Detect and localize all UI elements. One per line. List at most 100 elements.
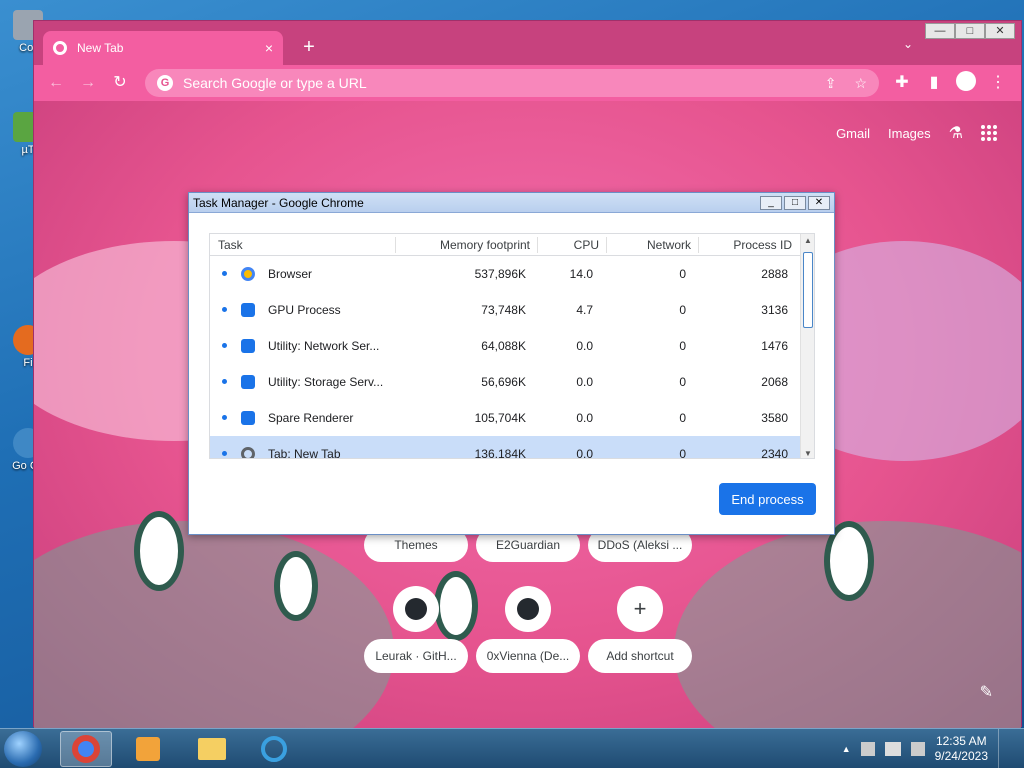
taskbar-explorer[interactable] <box>186 731 238 767</box>
minimize-button[interactable]: — <box>925 23 955 39</box>
cell-network: 0 <box>679 375 686 389</box>
network-icon[interactable] <box>884 742 901 756</box>
show-desktop-button[interactable] <box>998 729 1010 768</box>
cell-pid: 2888 <box>761 267 788 281</box>
shortcut-0xvienna[interactable]: 0xVienna (De... <box>476 639 580 673</box>
system-tray: ▲ 12:35 AM 9/24/2023 <box>842 729 1024 768</box>
tm-maximize-button[interactable]: □ <box>784 195 806 210</box>
github-icon[interactable] <box>505 586 551 632</box>
row-dot-icon <box>222 343 227 348</box>
cell-task: Utility: Storage Serv... <box>268 375 384 389</box>
taskbar-chrome[interactable] <box>60 731 112 767</box>
add-shortcut-icon[interactable]: + <box>617 586 663 632</box>
shortcut-leurak[interactable]: Leurak · GitH... <box>364 639 468 673</box>
col-network[interactable]: Network <box>610 238 691 252</box>
bookmark-star-icon[interactable]: ☆ <box>854 75 867 92</box>
action-center-icon[interactable] <box>860 742 875 756</box>
volume-muted-icon[interactable] <box>910 742 925 756</box>
row-dot-icon <box>222 415 227 420</box>
end-process-button[interactable]: End process <box>719 483 816 515</box>
share-icon[interactable]: ⇪ <box>825 75 837 92</box>
taskbar-ie[interactable] <box>248 731 300 767</box>
tray-expand-icon[interactable]: ▲ <box>842 744 851 754</box>
puzzle-icon <box>241 303 255 317</box>
cell-network: 0 <box>679 447 686 459</box>
drummer-figure <box>274 551 318 621</box>
tab-title: New Tab <box>77 41 124 55</box>
internet-explorer-icon <box>261 736 287 762</box>
clock-date: 9/24/2023 <box>934 749 988 763</box>
cell-memory: 105,704K <box>474 411 526 425</box>
clock[interactable]: 12:35 AM 9/24/2023 <box>935 734 988 764</box>
col-process-id[interactable]: Process ID <box>700 238 792 252</box>
tab-strip: New Tab × + ⌄ — □ ✕ <box>34 21 1021 65</box>
table-row-selected[interactable]: Tab: New Tab 136,184K 0.0 0 2340 <box>210 436 800 459</box>
col-task[interactable]: Task <box>218 238 243 252</box>
tab-close-icon[interactable]: × <box>265 40 273 56</box>
profile-icon <box>956 71 976 91</box>
table-row[interactable]: Utility: Network Ser... 64,088K 0.0 0 14… <box>210 328 800 364</box>
customize-pencil-icon[interactable]: ✎ <box>980 682 993 702</box>
tm-minimize-button[interactable]: _ <box>760 195 782 210</box>
cell-task: GPU Process <box>268 303 341 317</box>
new-tab-button[interactable]: + <box>297 35 321 59</box>
cell-task: Browser <box>268 267 313 281</box>
gmail-link[interactable]: Gmail <box>836 126 870 141</box>
col-cpu[interactable]: CPU <box>540 238 599 252</box>
add-shortcut-button[interactable]: Add shortcut <box>588 639 692 673</box>
folder-icon <box>198 738 226 760</box>
cell-network: 0 <box>679 267 686 281</box>
cell-task: Tab: New Tab <box>268 447 341 459</box>
cell-memory: 136,184K <box>474 447 526 459</box>
chrome-menu-icon[interactable]: ⋮ <box>986 71 1010 95</box>
puzzle-icon <box>241 375 255 389</box>
extensions-icon[interactable]: ✚ <box>890 71 914 95</box>
background-art-blob <box>34 521 394 728</box>
tab-search-icon[interactable]: ⌄ <box>903 37 913 51</box>
task-manager-title: Task Manager - Google Chrome <box>193 195 364 210</box>
labs-flask-icon[interactable]: ⚗ <box>949 123 963 143</box>
scroll-up-icon[interactable]: ▲ <box>801 236 814 245</box>
cell-network: 0 <box>679 411 686 425</box>
drummer-figure <box>434 571 478 641</box>
cell-memory: 56,696K <box>481 375 526 389</box>
tm-close-button[interactable]: ✕ <box>808 195 830 210</box>
scroll-down-icon[interactable]: ▼ <box>801 449 814 458</box>
omnibox-placeholder: Search Google or type a URL <box>183 75 367 91</box>
cell-task: Utility: Network Ser... <box>268 339 380 353</box>
apps-grid-icon[interactable] <box>981 125 997 141</box>
table-row[interactable]: Spare Renderer 105,704K 0.0 0 3580 <box>210 400 800 436</box>
reload-icon[interactable]: ↻ <box>108 71 132 95</box>
cell-cpu: 0.0 <box>576 339 593 353</box>
scroll-thumb[interactable] <box>803 252 813 328</box>
images-link[interactable]: Images <box>888 126 931 141</box>
close-button[interactable]: ✕ <box>985 23 1015 39</box>
maximize-button[interactable]: □ <box>955 23 985 39</box>
taskbar-media-player[interactable] <box>122 731 174 767</box>
cell-cpu: 0.0 <box>576 411 593 425</box>
forward-icon[interactable]: → <box>76 71 100 95</box>
vertical-scrollbar[interactable]: ▲ ▼ <box>800 234 814 458</box>
side-panel-icon[interactable]: ▮ <box>922 71 946 95</box>
col-memory[interactable]: Memory footprint <box>400 238 530 252</box>
table-header: Task Memory footprint CPU Network Proces… <box>210 234 800 256</box>
cell-pid: 3580 <box>761 411 788 425</box>
tab-new-tab[interactable]: New Tab × <box>43 31 283 65</box>
process-table: Task Memory footprint CPU Network Proces… <box>209 233 815 459</box>
cell-cpu: 0.0 <box>576 447 593 459</box>
clock-time: 12:35 AM <box>935 734 987 748</box>
task-manager-titlebar[interactable]: Task Manager - Google Chrome _ □ ✕ <box>189 193 834 213</box>
table-row[interactable]: Utility: Storage Serv... 56,696K 0.0 0 2… <box>210 364 800 400</box>
table-row[interactable]: Browser 537,896K 14.0 0 2888 <box>210 256 800 292</box>
chrome-gray-icon <box>241 447 255 458</box>
table-row[interactable]: GPU Process 73,748K 4.7 0 3136 <box>210 292 800 328</box>
back-icon[interactable]: ← <box>44 71 68 95</box>
github-icon[interactable] <box>393 586 439 632</box>
start-button[interactable] <box>4 731 42 767</box>
puzzle-icon <box>241 411 255 425</box>
profile-avatar[interactable] <box>954 71 978 95</box>
row-dot-icon <box>222 307 227 312</box>
cell-memory: 73,748K <box>481 303 526 317</box>
omnibox[interactable]: G Search Google or type a URL ⇪ ☆ <box>145 69 879 97</box>
cell-task: Spare Renderer <box>268 411 354 425</box>
